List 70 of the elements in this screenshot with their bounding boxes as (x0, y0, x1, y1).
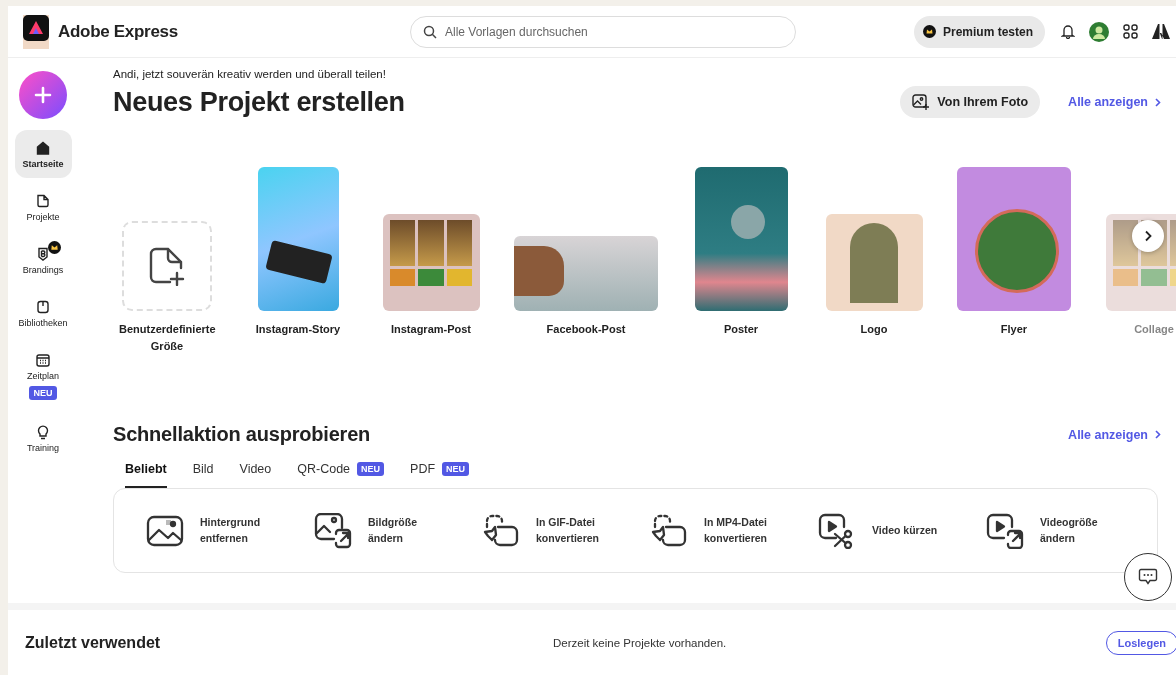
quick-action[interactable]: Bildgröße ändern (314, 512, 482, 549)
template-label[interactable]: Benutzerdefinierte Größe (119, 321, 215, 356)
premium-button[interactable]: Premium testen (913, 15, 1045, 48)
quick-action[interactable]: In MP4-Datei konvertieren (650, 512, 818, 549)
empty-state-text: Derzeit keine Projekte vorhanden. (553, 636, 728, 649)
calendar-icon (35, 352, 51, 368)
next-arrow-button[interactable] (1132, 220, 1164, 252)
section-heading: Schnellaktion ausprobieren (113, 423, 372, 446)
sidebar-item[interactable]: Training (14, 414, 72, 462)
template-thumbnail[interactable] (694, 167, 788, 311)
section-heading: Neues Projekt erstellen (113, 86, 406, 118)
crown-icon (48, 241, 61, 254)
template-thumbnail[interactable] (957, 167, 1071, 311)
app-name: Adobe Express (58, 21, 178, 42)
from-photo-button[interactable]: Von Ihrem Foto (900, 86, 1041, 118)
create-button[interactable] (19, 71, 67, 119)
sidebar-item[interactable]: Projekte (14, 183, 72, 231)
template-thumbnail[interactable] (382, 214, 480, 311)
template-label[interactable]: Instagram-Post (381, 321, 481, 339)
adobe-logo-icon[interactable] (1152, 24, 1170, 39)
notification-bell-icon[interactable] (1061, 24, 1075, 39)
custom-size-card[interactable] (122, 221, 212, 311)
app-logo-icon[interactable] (23, 14, 49, 49)
brand-icon (35, 246, 51, 262)
category-tab[interactable]: QR-Code NEU (297, 458, 385, 488)
convert-icon (482, 512, 520, 549)
sidebar-item[interactable]: Bibliotheken (14, 289, 72, 337)
category-tab[interactable]: PDF NEU (410, 458, 470, 488)
category-tab[interactable]: Video (239, 458, 272, 488)
template-label[interactable]: Logo (824, 321, 924, 339)
image-plus-icon (912, 93, 931, 111)
library-icon (35, 299, 51, 315)
see-all-link[interactable]: Alle anzeigen (1068, 427, 1161, 442)
lightbulb-icon (35, 424, 51, 440)
file-icon (35, 193, 51, 209)
home-icon (35, 140, 51, 156)
template-label[interactable]: Facebook-Post (536, 321, 636, 339)
chevron-right-icon (1155, 97, 1161, 107)
convert-icon (650, 512, 688, 549)
sidebar-item[interactable]: Startseite (14, 130, 72, 178)
sidebar-item[interactable]: Brandings (14, 236, 72, 284)
plus-icon (33, 85, 53, 105)
section-heading: Zuletzt verwendet (25, 633, 162, 652)
quick-action[interactable]: Hintergrund entfernen (146, 512, 314, 549)
crown-icon (922, 25, 936, 38)
search-icon (423, 24, 437, 39)
quick-action[interactable]: In GIF-Datei konvertieren (482, 512, 650, 549)
chat-icon (1138, 568, 1158, 586)
video-resize-icon (986, 512, 1024, 549)
search-field[interactable]: Alle Vorlagen durchsuchen (410, 15, 796, 48)
template-thumbnail[interactable] (825, 214, 923, 311)
category-tab[interactable]: Bild (192, 458, 214, 488)
template-thumbnail[interactable] (257, 167, 339, 311)
sidebar-item[interactable]: Zeitplan NEU (14, 342, 72, 409)
file-plus-icon (148, 246, 186, 286)
apps-grid-icon[interactable] (1123, 24, 1138, 39)
chevron-right-icon (1155, 430, 1161, 439)
avatar[interactable] (1089, 21, 1109, 42)
category-tab[interactable]: Beliebt (125, 458, 167, 488)
quick-action[interactable]: Video kürzen (818, 512, 986, 549)
image-resize-icon (314, 512, 352, 549)
quick-action[interactable]: Videogröße ändern (986, 512, 1154, 549)
template-label[interactable]: Flyer (964, 321, 1064, 339)
greeting-text: Andi, jetzt souverän kreativ werden und überall teilen! (113, 68, 387, 80)
template-label[interactable]: Instagram-Story (248, 321, 348, 339)
template-label[interactable]: Poster (691, 321, 791, 339)
see-all-link[interactable]: Alle anzeigen (1068, 95, 1161, 109)
template-label[interactable]: Collage (1104, 321, 1176, 339)
chevron-right-icon (1143, 230, 1153, 242)
template-thumbnail[interactable] (514, 236, 658, 311)
